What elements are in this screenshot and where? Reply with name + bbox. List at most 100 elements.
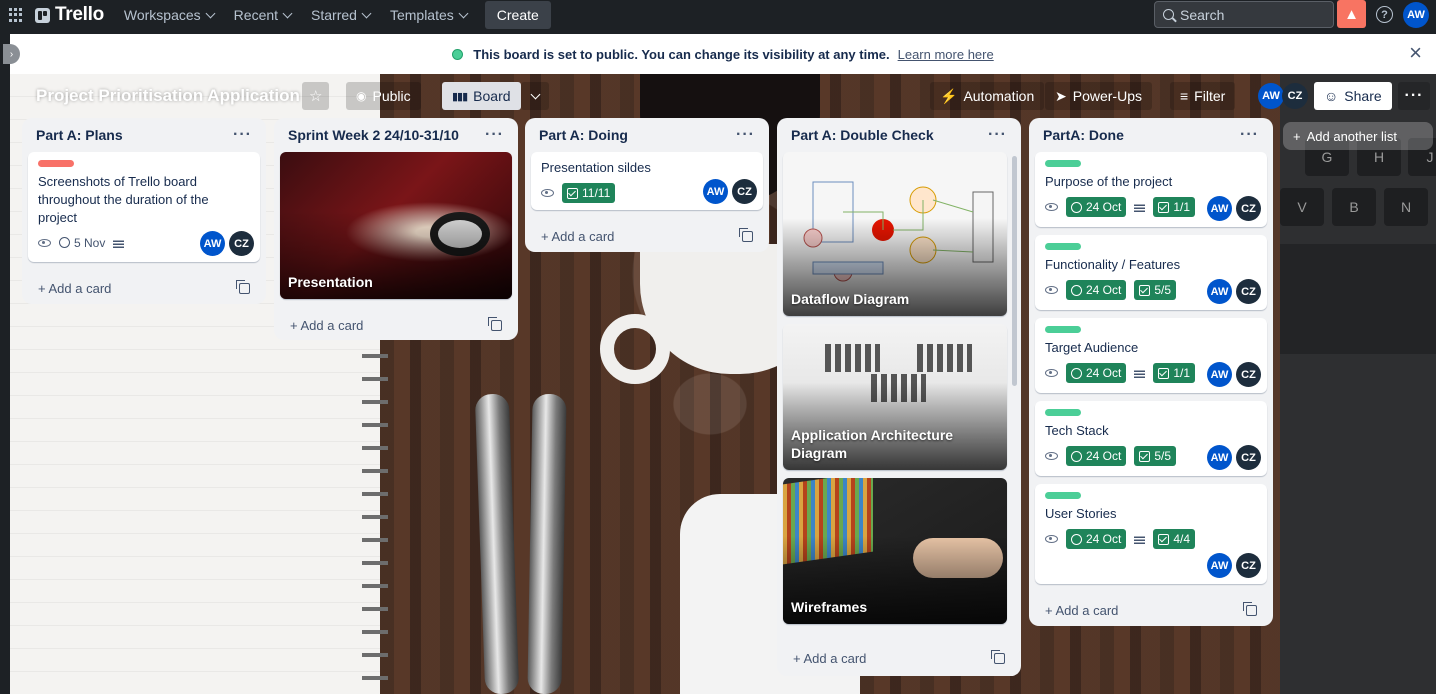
- more-icon[interactable]: ···: [1240, 126, 1259, 144]
- star-icon: ☆: [309, 88, 323, 105]
- more-icon[interactable]: ···: [988, 126, 1007, 144]
- add-card-button[interactable]: + Add a card: [783, 640, 1015, 676]
- card-label[interactable]: [38, 160, 74, 167]
- member-avatar-cz[interactable]: CZ: [229, 231, 254, 256]
- member-avatar-cz[interactable]: CZ: [732, 179, 757, 204]
- card-template-icon[interactable]: [1243, 601, 1257, 616]
- card-template-icon[interactable]: [739, 227, 753, 242]
- member-avatar-aw[interactable]: AW: [1207, 553, 1232, 578]
- list-title[interactable]: Sprint Week 2 24/10-31/10: [288, 127, 459, 143]
- add-card-label: Add a card: [803, 650, 867, 666]
- board-title[interactable]: Project Prioritisation Application: [36, 86, 300, 106]
- card-badges: 24 Oct 4/4: [1045, 527, 1257, 551]
- checklist-count: 5/5: [1154, 449, 1172, 463]
- checklist-count: 4/4: [1173, 532, 1191, 546]
- list-title[interactable]: Part A: Double Check: [791, 127, 934, 143]
- due-date-badge: 24 Oct: [1066, 529, 1127, 549]
- power-ups-label: Power-Ups: [1072, 88, 1142, 104]
- automation-button[interactable]: ⚡ Automation: [930, 82, 1045, 110]
- board-menu-button[interactable]: ···: [1398, 82, 1430, 110]
- card[interactable]: Functionality / Features 24 Oct 5/5 AW CZ: [1035, 235, 1267, 310]
- recent-menu[interactable]: Recent: [224, 0, 301, 30]
- plus-icon: +: [1045, 602, 1056, 618]
- star-button[interactable]: ☆: [302, 82, 330, 110]
- card-label[interactable]: [1045, 160, 1081, 167]
- notifications-button[interactable]: ▲: [1337, 0, 1366, 28]
- member-avatar-cz[interactable]: CZ: [1236, 196, 1261, 221]
- list-title[interactable]: Part A: Plans: [36, 127, 123, 143]
- power-ups-button[interactable]: ➤ Power-Ups: [1045, 82, 1152, 110]
- card-label[interactable]: [1045, 492, 1081, 499]
- list-title[interactable]: PartA: Done: [1043, 127, 1124, 143]
- starred-menu[interactable]: Starred: [301, 0, 380, 30]
- due-date-badge: 24 Oct: [1066, 280, 1127, 300]
- member-avatar-cz[interactable]: CZ: [1236, 445, 1261, 470]
- create-button[interactable]: Create: [484, 1, 551, 29]
- add-card-button[interactable]: + Add a card: [1035, 592, 1267, 628]
- member-avatar-aw[interactable]: AW: [703, 179, 728, 204]
- visibility-button[interactable]: ◉ Public: [346, 82, 421, 110]
- card-template-icon[interactable]: [236, 279, 250, 294]
- member-avatar-aw[interactable]: AW: [200, 231, 225, 256]
- member-avatar-cz[interactable]: CZ: [1236, 553, 1261, 578]
- learn-more-link[interactable]: Learn more here: [898, 47, 994, 62]
- add-card-button[interactable]: + Add a card: [280, 307, 512, 343]
- add-list-button[interactable]: + Add another list: [1283, 122, 1433, 150]
- add-card-button[interactable]: + Add a card: [531, 218, 763, 254]
- megaphone-icon: ▲: [1344, 5, 1359, 23]
- card[interactable]: Tech Stack 24 Oct 5/5 AW CZ: [1035, 401, 1267, 476]
- card-members: AW CZ: [1207, 445, 1261, 470]
- server-rack: [917, 344, 972, 372]
- filter-label: Filter: [1194, 88, 1226, 104]
- card-wireframes[interactable]: Wireframes: [783, 478, 1007, 624]
- member-avatar-cz[interactable]: CZ: [1282, 83, 1308, 109]
- card-label[interactable]: [1045, 409, 1081, 416]
- card-presentation[interactable]: Presentation: [280, 152, 512, 299]
- share-button[interactable]: ☺ Share: [1314, 82, 1392, 110]
- templates-menu[interactable]: Templates: [380, 0, 477, 30]
- card-template-icon[interactable]: [488, 316, 502, 331]
- card-label[interactable]: [1045, 326, 1081, 333]
- card-template-icon[interactable]: [991, 649, 1005, 664]
- more-icon[interactable]: ···: [485, 126, 504, 144]
- card-dataflow-diagram[interactable]: Dataflow Diagram: [783, 152, 1007, 316]
- add-card-label: Add a card: [551, 228, 615, 244]
- card-label[interactable]: [1045, 243, 1081, 250]
- search-input[interactable]: Search: [1154, 1, 1334, 28]
- view-switcher-button[interactable]: [521, 82, 549, 110]
- member-avatar-aw[interactable]: AW: [1258, 83, 1284, 109]
- checklist-icon: [1139, 450, 1151, 462]
- member-avatar-aw[interactable]: AW: [1207, 279, 1232, 304]
- add-card-button[interactable]: + Add a card: [28, 270, 260, 306]
- app-switcher-icon[interactable]: [9, 8, 23, 22]
- card[interactable]: Screenshots of Trello board throughout t…: [28, 152, 260, 262]
- due-date: 24 Oct: [1086, 532, 1122, 546]
- member-avatar-cz[interactable]: CZ: [1236, 279, 1261, 304]
- member-avatar-aw[interactable]: AW: [1207, 445, 1232, 470]
- add-card-label: Add a card: [48, 280, 112, 296]
- list-title[interactable]: Part A: Doing: [539, 127, 628, 143]
- card[interactable]: User Stories 24 Oct 4/4 AW CZ: [1035, 484, 1267, 584]
- card[interactable]: Purpose of the project 24 Oct 1/1 AW CZ: [1035, 152, 1267, 227]
- member-avatar-aw[interactable]: AW: [1207, 196, 1232, 221]
- card[interactable]: Presentation sildes 11/11 AW CZ: [531, 152, 763, 210]
- filter-button[interactable]: ≡ Filter: [1170, 82, 1236, 110]
- account-avatar[interactable]: AW: [1403, 2, 1429, 28]
- help-icon[interactable]: ?: [1376, 6, 1393, 23]
- member-avatar-aw[interactable]: AW: [1207, 362, 1232, 387]
- description-icon: [1134, 202, 1146, 212]
- checklist-count: 11/11: [582, 186, 611, 200]
- plus-icon: +: [793, 650, 804, 666]
- trello-logo[interactable]: Trello: [35, 4, 104, 26]
- card[interactable]: Target Audience 24 Oct 1/1 AW CZ: [1035, 318, 1267, 393]
- close-icon[interactable]: ×: [1409, 42, 1422, 64]
- workspaces-menu[interactable]: Workspaces: [114, 0, 224, 30]
- card-application-architecture[interactable]: Application Architecture Diagram: [783, 324, 1007, 470]
- list-scrollbar[interactable]: [1012, 156, 1017, 386]
- more-icon[interactable]: ···: [736, 126, 755, 144]
- member-avatar-cz[interactable]: CZ: [1236, 362, 1261, 387]
- starred-label: Starred: [311, 7, 357, 23]
- more-icon[interactable]: ···: [233, 126, 252, 144]
- board-view-button[interactable]: ▮▮▮ Board: [442, 82, 521, 110]
- clock-icon: [1071, 533, 1082, 545]
